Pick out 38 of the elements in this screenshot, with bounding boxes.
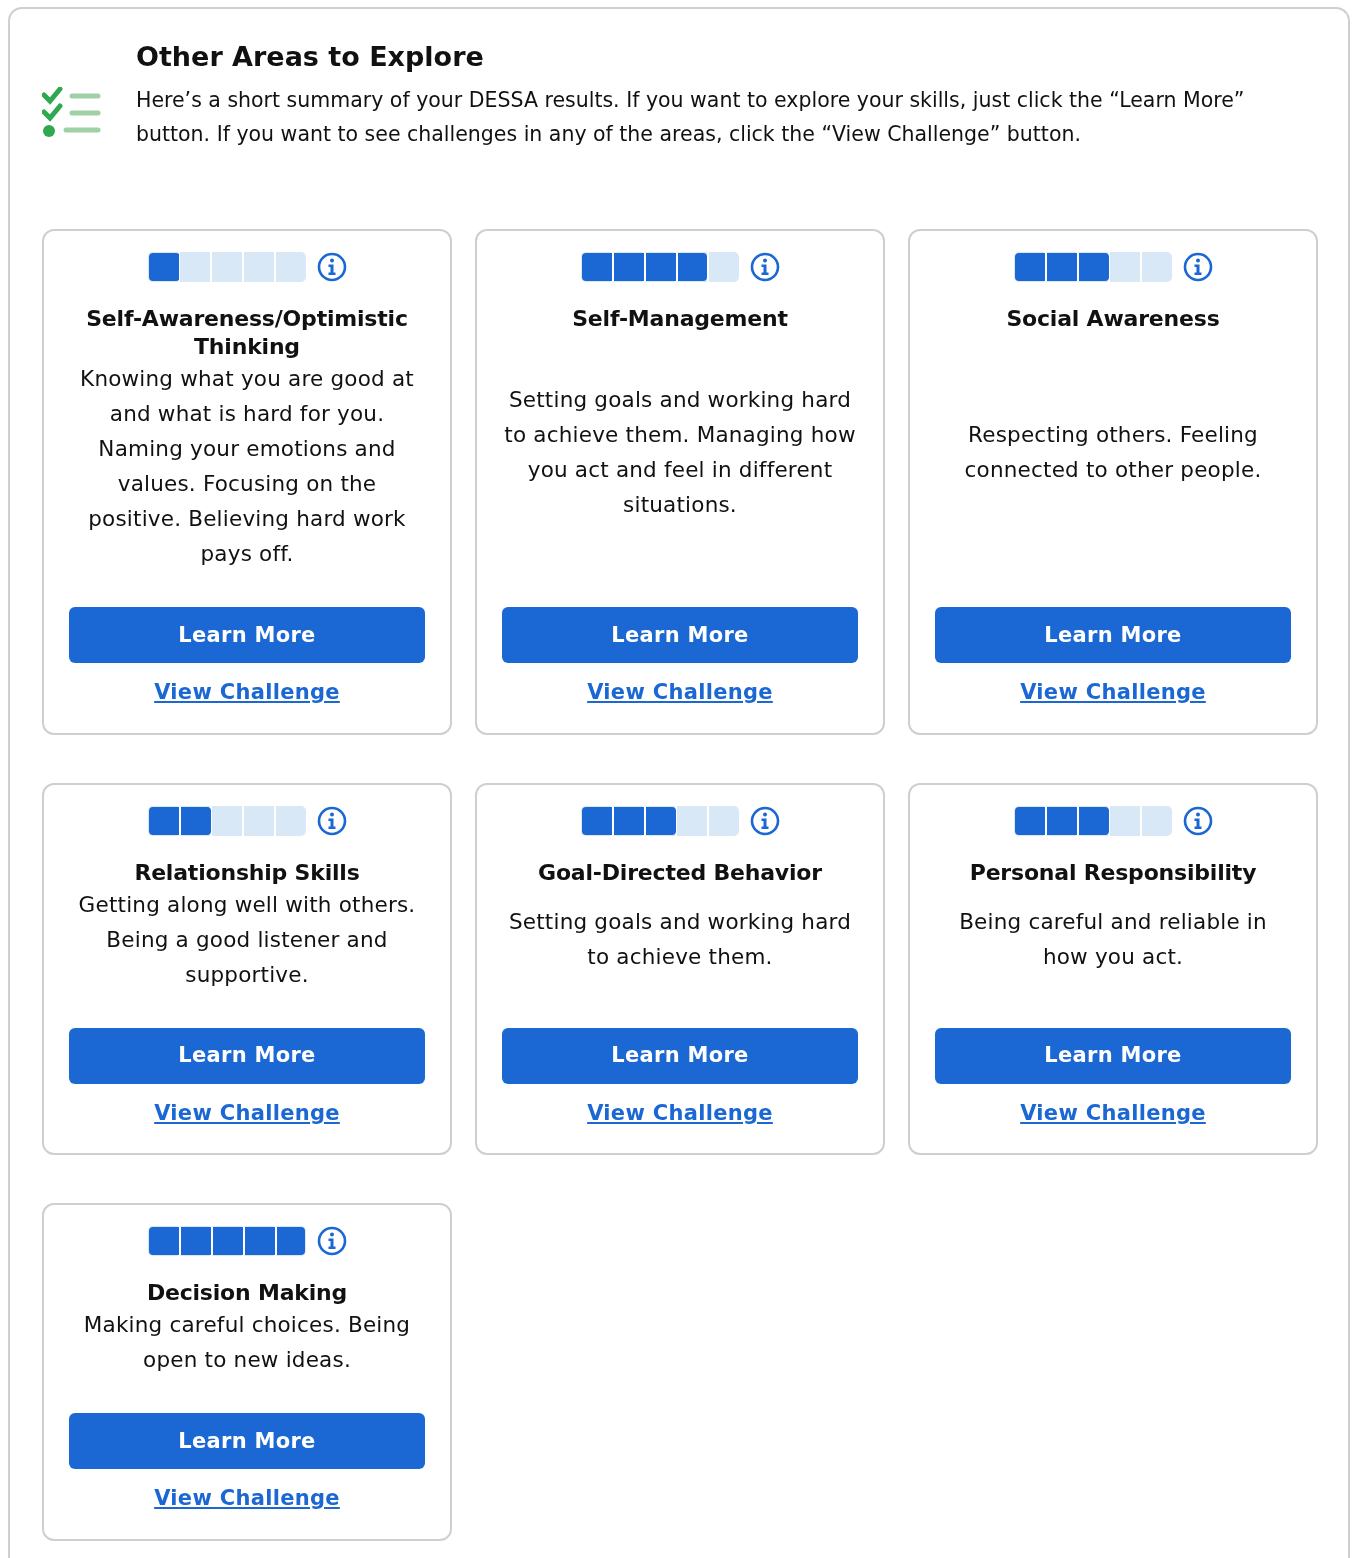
area-title: Relationship Skills	[134, 858, 360, 887]
area-description: Respecting others. Feeling connected to other people.	[963, 421, 1263, 485]
area-title: Goal-Directed Behavior	[538, 858, 822, 887]
info-icon[interactable]	[317, 252, 347, 283]
view-challenge-link[interactable]: View Challenge	[587, 1097, 773, 1130]
view-challenge-link[interactable]: View Challenge	[154, 1097, 340, 1130]
info-icon[interactable]	[750, 252, 780, 283]
area-description: Making careful choices. Being open to new ideas.	[82, 1311, 412, 1375]
learn-more-button[interactable]: Learn More	[69, 607, 425, 664]
area-description: Getting along well with others. Being a good listener and supportive.	[77, 890, 417, 989]
info-icon[interactable]	[1183, 805, 1213, 836]
area-title: Self-Management	[572, 305, 788, 334]
info-icon[interactable]	[317, 805, 347, 836]
area-description: Knowing what you are good at and what is hard for you. Naming your emotions and values. Focusing on the positive. Believing hard work pays off.	[79, 365, 415, 569]
area-description: Being careful and reliable in how you act.	[958, 908, 1268, 972]
info-icon[interactable]	[1183, 252, 1213, 283]
learn-more-button[interactable]: Learn More	[69, 1027, 425, 1084]
learn-more-button[interactable]: Learn More	[502, 1027, 858, 1084]
view-challenge-link[interactable]: View Challenge	[154, 677, 340, 709]
learn-more-button[interactable]: Learn More	[935, 607, 1291, 664]
view-challenge-link[interactable]: View Challenge	[587, 677, 773, 709]
learn-more-button[interactable]: Learn More	[935, 1027, 1291, 1084]
learn-more-button[interactable]: Learn More	[502, 607, 858, 664]
checklist-icon	[42, 87, 102, 139]
view-challenge-link[interactable]: View Challenge	[154, 1483, 340, 1515]
info-icon[interactable]	[750, 805, 780, 836]
area-description: Setting goals and working hard to achieve them. Managing how you act and feel in different situations.	[503, 386, 857, 520]
area-title: Social Awareness	[1006, 305, 1220, 334]
section-title: Other Areas to Explore	[136, 41, 485, 74]
area-description: Setting goals and working hard to achieve them.	[507, 908, 853, 972]
info-icon[interactable]	[317, 1226, 347, 1257]
learn-more-button[interactable]: Learn More	[69, 1413, 425, 1470]
area-title: Self-Awareness/Optimistic Thinking	[85, 305, 409, 362]
view-challenge-link[interactable]: View Challenge	[1020, 677, 1206, 709]
view-challenge-link[interactable]: View Challenge	[1020, 1097, 1206, 1130]
area-title: Personal Responsibility	[969, 858, 1257, 887]
area-title: Decision Making	[146, 1279, 348, 1308]
section-description: Here’s a short summary of your DESSA results. If you want to explore your skills, just click the “Learn More” button. If you want to see challenges in any of the areas, click the “View Challenge” button.	[136, 87, 1246, 149]
